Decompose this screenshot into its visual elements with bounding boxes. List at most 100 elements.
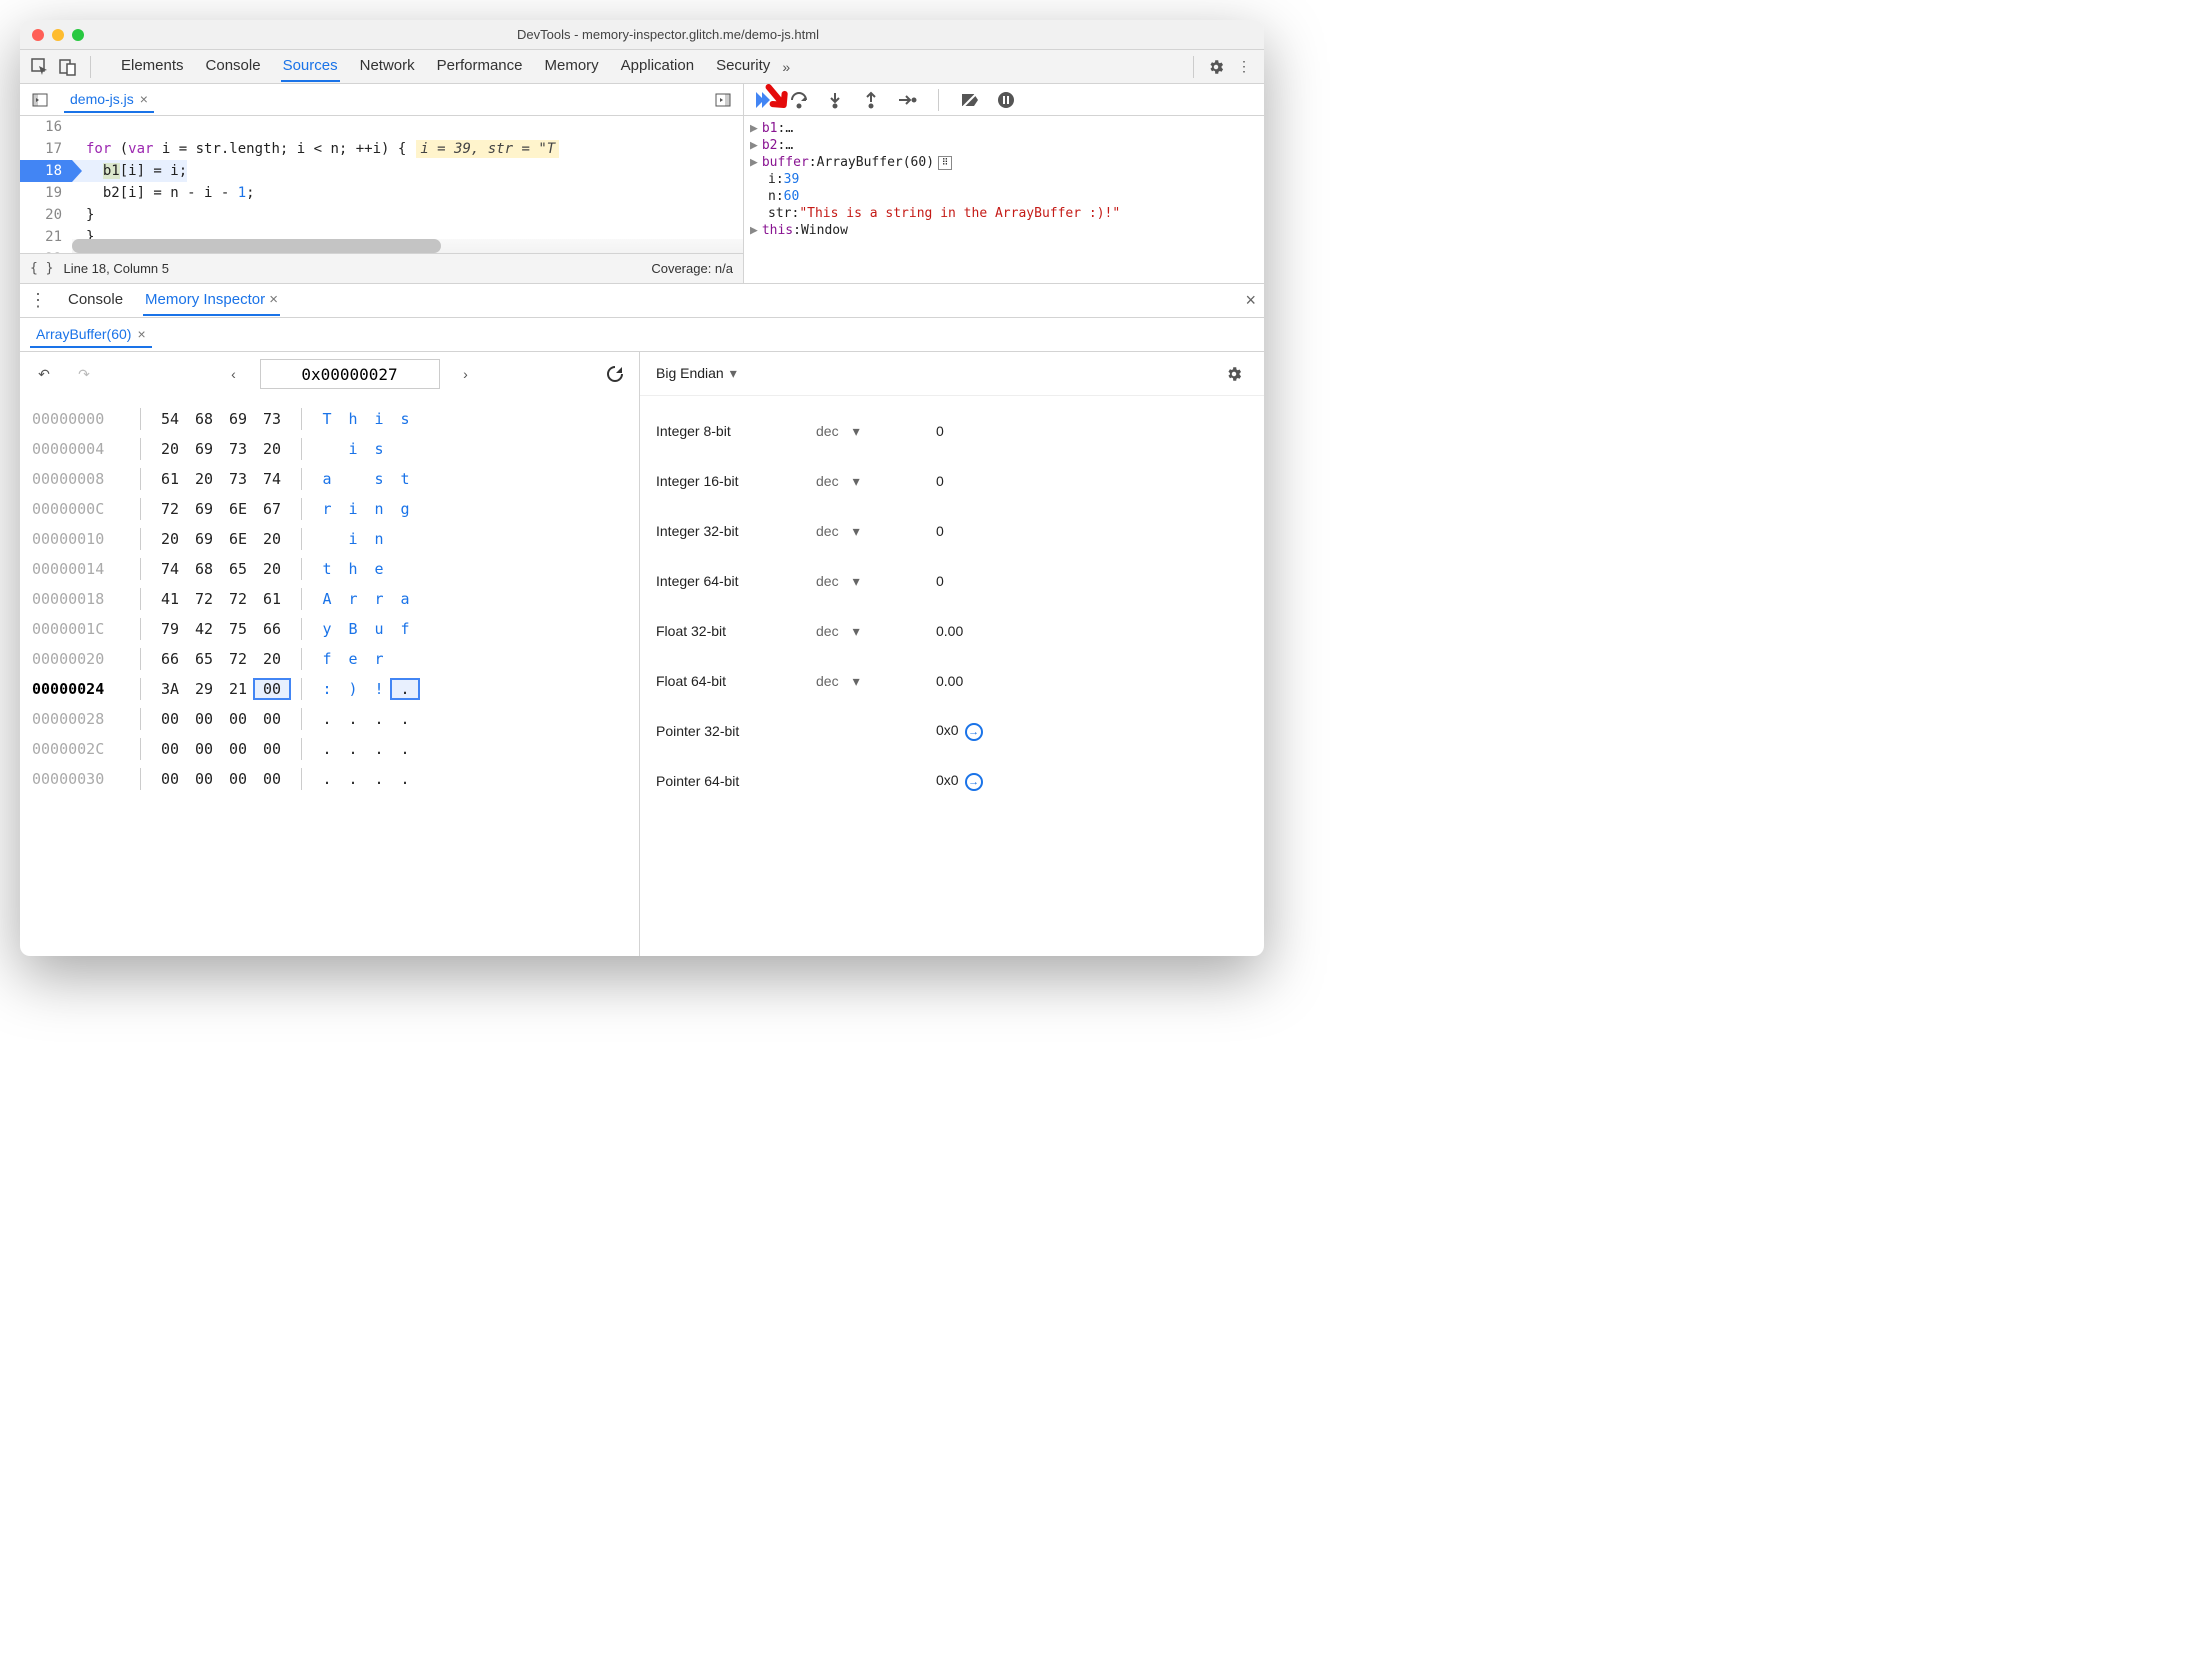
hex-byte[interactable]: 29 bbox=[187, 680, 221, 698]
hex-byte[interactable]: 00 bbox=[187, 710, 221, 728]
show-navigator-icon[interactable] bbox=[26, 86, 54, 114]
hex-byte[interactable]: 20 bbox=[153, 440, 187, 458]
close-tab-icon[interactable]: × bbox=[265, 291, 278, 308]
ascii-byte[interactable]: s bbox=[366, 470, 392, 488]
deactivate-breakpoints-button[interactable] bbox=[957, 87, 983, 113]
ascii-byte[interactable]: e bbox=[340, 650, 366, 668]
hex-byte[interactable]: 42 bbox=[187, 620, 221, 638]
ascii-byte[interactable]: r bbox=[366, 590, 392, 608]
hex-byte[interactable]: 20 bbox=[187, 470, 221, 488]
ascii-byte[interactable]: i bbox=[340, 500, 366, 518]
hex-row[interactable]: 0000000861207374a st bbox=[32, 464, 627, 494]
hex-byte[interactable]: 65 bbox=[187, 650, 221, 668]
ascii-byte[interactable]: a bbox=[314, 470, 340, 488]
line-number[interactable]: 20 bbox=[20, 204, 72, 226]
hex-row[interactable]: 0000002800000000.... bbox=[32, 704, 627, 734]
hex-byte[interactable]: 00 bbox=[153, 710, 187, 728]
next-page-icon[interactable]: › bbox=[452, 360, 480, 388]
panel-tab-sources[interactable]: Sources bbox=[281, 51, 340, 82]
hex-byte[interactable]: 20 bbox=[153, 530, 187, 548]
ascii-byte[interactable]: f bbox=[314, 650, 340, 668]
panel-tab-security[interactable]: Security bbox=[714, 51, 772, 82]
ascii-byte[interactable]: r bbox=[366, 650, 392, 668]
hex-byte[interactable]: 68 bbox=[187, 410, 221, 428]
value-mode-select[interactable]: dec▾ bbox=[816, 673, 936, 690]
jump-to-address-icon[interactable]: → bbox=[965, 723, 983, 741]
hex-byte[interactable]: 00 bbox=[255, 740, 289, 758]
ascii-byte[interactable]: t bbox=[392, 470, 418, 488]
hex-byte[interactable]: 79 bbox=[153, 620, 187, 638]
ascii-byte[interactable]: . bbox=[314, 770, 340, 788]
line-number[interactable]: 16 bbox=[20, 116, 72, 138]
hex-byte[interactable]: 54 bbox=[153, 410, 187, 428]
address-input[interactable] bbox=[260, 359, 440, 389]
maximize-window-button[interactable] bbox=[72, 29, 84, 41]
ascii-byte[interactable]: s bbox=[366, 440, 392, 458]
scope-item-this[interactable]: ▶this: Window bbox=[750, 222, 1258, 239]
value-mode-select[interactable]: dec▾ bbox=[816, 473, 936, 490]
panel-tab-network[interactable]: Network bbox=[358, 51, 417, 82]
close-window-button[interactable] bbox=[32, 29, 44, 41]
hex-row[interactable]: 0000001474686520the bbox=[32, 554, 627, 584]
value-mode-select[interactable]: dec▾ bbox=[816, 623, 936, 640]
hex-byte[interactable]: 66 bbox=[255, 620, 289, 638]
ascii-byte[interactable] bbox=[392, 440, 418, 458]
settings-icon[interactable] bbox=[1202, 53, 1230, 81]
ascii-byte[interactable]: y bbox=[314, 620, 340, 638]
step-out-button[interactable] bbox=[858, 87, 884, 113]
ascii-byte[interactable]: a bbox=[392, 590, 418, 608]
resume-button[interactable]: ➜ bbox=[750, 87, 776, 113]
ascii-byte[interactable]: i bbox=[340, 440, 366, 458]
hex-byte[interactable]: 69 bbox=[187, 440, 221, 458]
drawer-tab-console[interactable]: Console bbox=[66, 285, 125, 316]
hex-byte[interactable]: 00 bbox=[255, 710, 289, 728]
ascii-byte[interactable]: r bbox=[314, 500, 340, 518]
horizontal-scrollbar[interactable] bbox=[72, 239, 441, 253]
hex-byte[interactable]: 20 bbox=[255, 650, 289, 668]
hex-byte[interactable]: 00 bbox=[221, 770, 255, 788]
ascii-byte[interactable]: . bbox=[340, 770, 366, 788]
hex-byte[interactable]: 72 bbox=[221, 650, 255, 668]
hex-byte[interactable]: 72 bbox=[221, 590, 255, 608]
value-mode-select[interactable]: dec▾ bbox=[816, 573, 936, 590]
kebab-menu-icon[interactable]: ⋮ bbox=[1230, 53, 1258, 81]
line-number[interactable]: 18 bbox=[20, 160, 72, 182]
hex-byte[interactable]: 65 bbox=[221, 560, 255, 578]
ascii-byte[interactable]: n bbox=[366, 530, 392, 548]
inspect-element-icon[interactable] bbox=[26, 53, 54, 81]
hex-byte[interactable]: 00 bbox=[221, 740, 255, 758]
code-line[interactable]: b1[i] = i; bbox=[72, 160, 187, 182]
drawer-tab-memory-inspector[interactable]: Memory Inspector × bbox=[143, 285, 280, 316]
hex-byte[interactable]: 20 bbox=[255, 560, 289, 578]
ascii-byte[interactable]: ! bbox=[366, 680, 392, 698]
mi-buffer-tab[interactable]: ArrayBuffer(60) × bbox=[30, 322, 152, 348]
line-number[interactable]: 21 bbox=[20, 226, 72, 248]
hex-row[interactable]: 0000002C00000000.... bbox=[32, 734, 627, 764]
ascii-byte[interactable] bbox=[314, 530, 340, 548]
scope-item-buffer[interactable]: ▶buffer: ArrayBuffer(60)⠿ bbox=[750, 154, 1258, 171]
device-toolbar-icon[interactable] bbox=[54, 53, 82, 81]
close-tab-icon[interactable]: × bbox=[137, 326, 145, 342]
code-line[interactable]: b2[i] = n - i - 1; bbox=[72, 182, 255, 204]
value-settings-icon[interactable] bbox=[1220, 360, 1248, 388]
step-over-button[interactable] bbox=[786, 87, 812, 113]
ascii-byte[interactable]: . bbox=[340, 710, 366, 728]
ascii-byte[interactable] bbox=[340, 470, 366, 488]
hex-byte[interactable]: 6E bbox=[221, 500, 255, 518]
hex-byte[interactable]: 66 bbox=[153, 650, 187, 668]
close-tab-icon[interactable]: × bbox=[140, 91, 148, 107]
prev-page-icon[interactable]: ‹ bbox=[220, 360, 248, 388]
hex-byte[interactable]: 72 bbox=[153, 500, 187, 518]
ascii-byte[interactable]: B bbox=[340, 620, 366, 638]
line-number[interactable]: 17 bbox=[20, 138, 72, 160]
ascii-byte[interactable]: t bbox=[314, 560, 340, 578]
hex-byte[interactable]: 00 bbox=[187, 770, 221, 788]
hex-row[interactable]: 0000002066657220fer bbox=[32, 644, 627, 674]
ascii-byte[interactable] bbox=[392, 650, 418, 668]
ascii-byte[interactable]: . bbox=[340, 740, 366, 758]
line-number[interactable]: 22 bbox=[20, 248, 72, 253]
panel-tab-memory[interactable]: Memory bbox=[543, 51, 601, 82]
drawer-menu-icon[interactable]: ⋮ bbox=[28, 290, 48, 311]
hex-row[interactable]: 0000003000000000.... bbox=[32, 764, 627, 794]
ascii-byte[interactable]: ) bbox=[340, 680, 366, 698]
